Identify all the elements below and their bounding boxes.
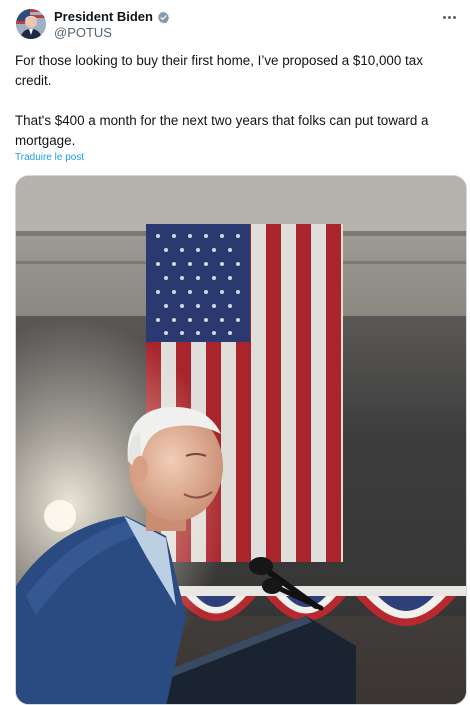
tweet-paragraph-1: For those looking to buy their first hom… [15, 53, 423, 88]
verified-badge-icon [157, 11, 170, 24]
photo [16, 176, 466, 704]
translate-link[interactable]: Traduire le post [15, 151, 84, 164]
tweet: President Biden @POTUS For those looking… [0, 0, 470, 705]
avatar-icon[interactable] [16, 9, 46, 39]
author-name-row: President Biden [54, 9, 170, 25]
tweet-paragraph-2: That's $400 a month for the next two yea… [15, 113, 429, 148]
author-handle[interactable]: @POTUS [54, 25, 112, 41]
tweet-photo[interactable] [15, 175, 467, 705]
more-options-icon[interactable] [440, 10, 458, 24]
tweet-text: For those looking to buy their first hom… [15, 51, 460, 151]
author-name[interactable]: President Biden [54, 9, 153, 25]
